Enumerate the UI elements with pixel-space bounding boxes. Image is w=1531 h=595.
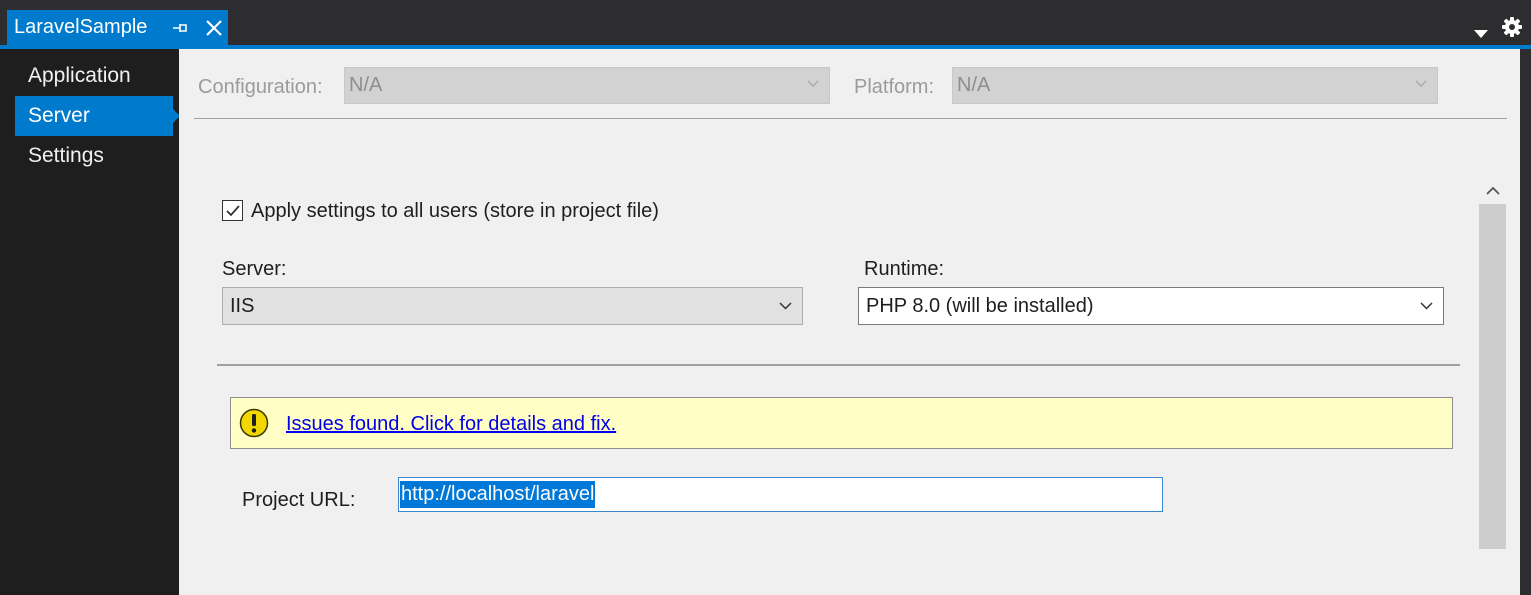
chevron-down-icon: [779, 302, 792, 310]
property-page-nav: Application Server Settings: [0, 49, 180, 595]
nav-item-label: Server: [28, 104, 90, 127]
server-label: Server:: [222, 258, 287, 280]
document-tab[interactable]: LaravelSample: [7, 10, 228, 45]
warning-icon: [239, 408, 269, 438]
nav-item-label: Application: [28, 64, 131, 87]
platform-dropdown: N/A: [952, 67, 1438, 104]
server-property-page: Configuration: N/A Platform: N/A Apply s…: [179, 49, 1520, 595]
project-url-label: Project URL:: [242, 489, 356, 511]
nav-item-label: Settings: [28, 144, 104, 167]
project-url-input[interactable]: http://localhost/laravel: [398, 477, 1163, 512]
project-url-value: http://localhost/laravel: [400, 481, 596, 508]
document-tab-bar: LaravelSample: [0, 0, 1531, 45]
close-icon[interactable]: [204, 18, 224, 38]
divider: [217, 364, 1460, 366]
chevron-down-icon: [807, 80, 819, 87]
configuration-value: N/A: [349, 74, 383, 96]
scrollbar-thumb[interactable]: [1479, 204, 1506, 549]
platform-label: Platform:: [854, 76, 935, 98]
runtime-value: PHP 8.0 (will be installed): [866, 294, 1094, 317]
nav-item-settings[interactable]: Settings: [15, 136, 173, 176]
server-value: IIS: [230, 294, 255, 317]
nav-item-server[interactable]: Server: [15, 96, 180, 136]
nav-item-application[interactable]: Application: [15, 56, 173, 96]
server-dropdown[interactable]: IIS: [222, 287, 803, 325]
pin-icon[interactable]: [171, 19, 189, 37]
issues-link[interactable]: Issues found. Click for details and fix.: [286, 413, 616, 436]
configuration-label: Configuration:: [198, 76, 323, 98]
chevron-down-icon: [1420, 302, 1433, 310]
configuration-dropdown: N/A: [344, 67, 830, 104]
tab-title: LaravelSample: [14, 16, 148, 38]
issues-warning-banner: Issues found. Click for details and fix.: [230, 397, 1453, 449]
apply-all-users-checkbox[interactable]: [222, 200, 243, 221]
tab-dropdown-icon[interactable]: [1473, 26, 1489, 38]
chevron-down-icon: [1415, 80, 1427, 87]
apply-all-users-label[interactable]: Apply settings to all users (store in pr…: [251, 200, 659, 223]
platform-value: N/A: [957, 74, 991, 96]
runtime-label: Runtime:: [864, 258, 945, 280]
scroll-up-icon[interactable]: [1486, 186, 1500, 196]
divider: [194, 118, 1507, 119]
runtime-dropdown[interactable]: PHP 8.0 (will be installed): [858, 287, 1444, 325]
gear-icon[interactable]: [1501, 16, 1523, 38]
checkmark-icon: [226, 205, 240, 217]
window-edge: [1520, 49, 1531, 595]
